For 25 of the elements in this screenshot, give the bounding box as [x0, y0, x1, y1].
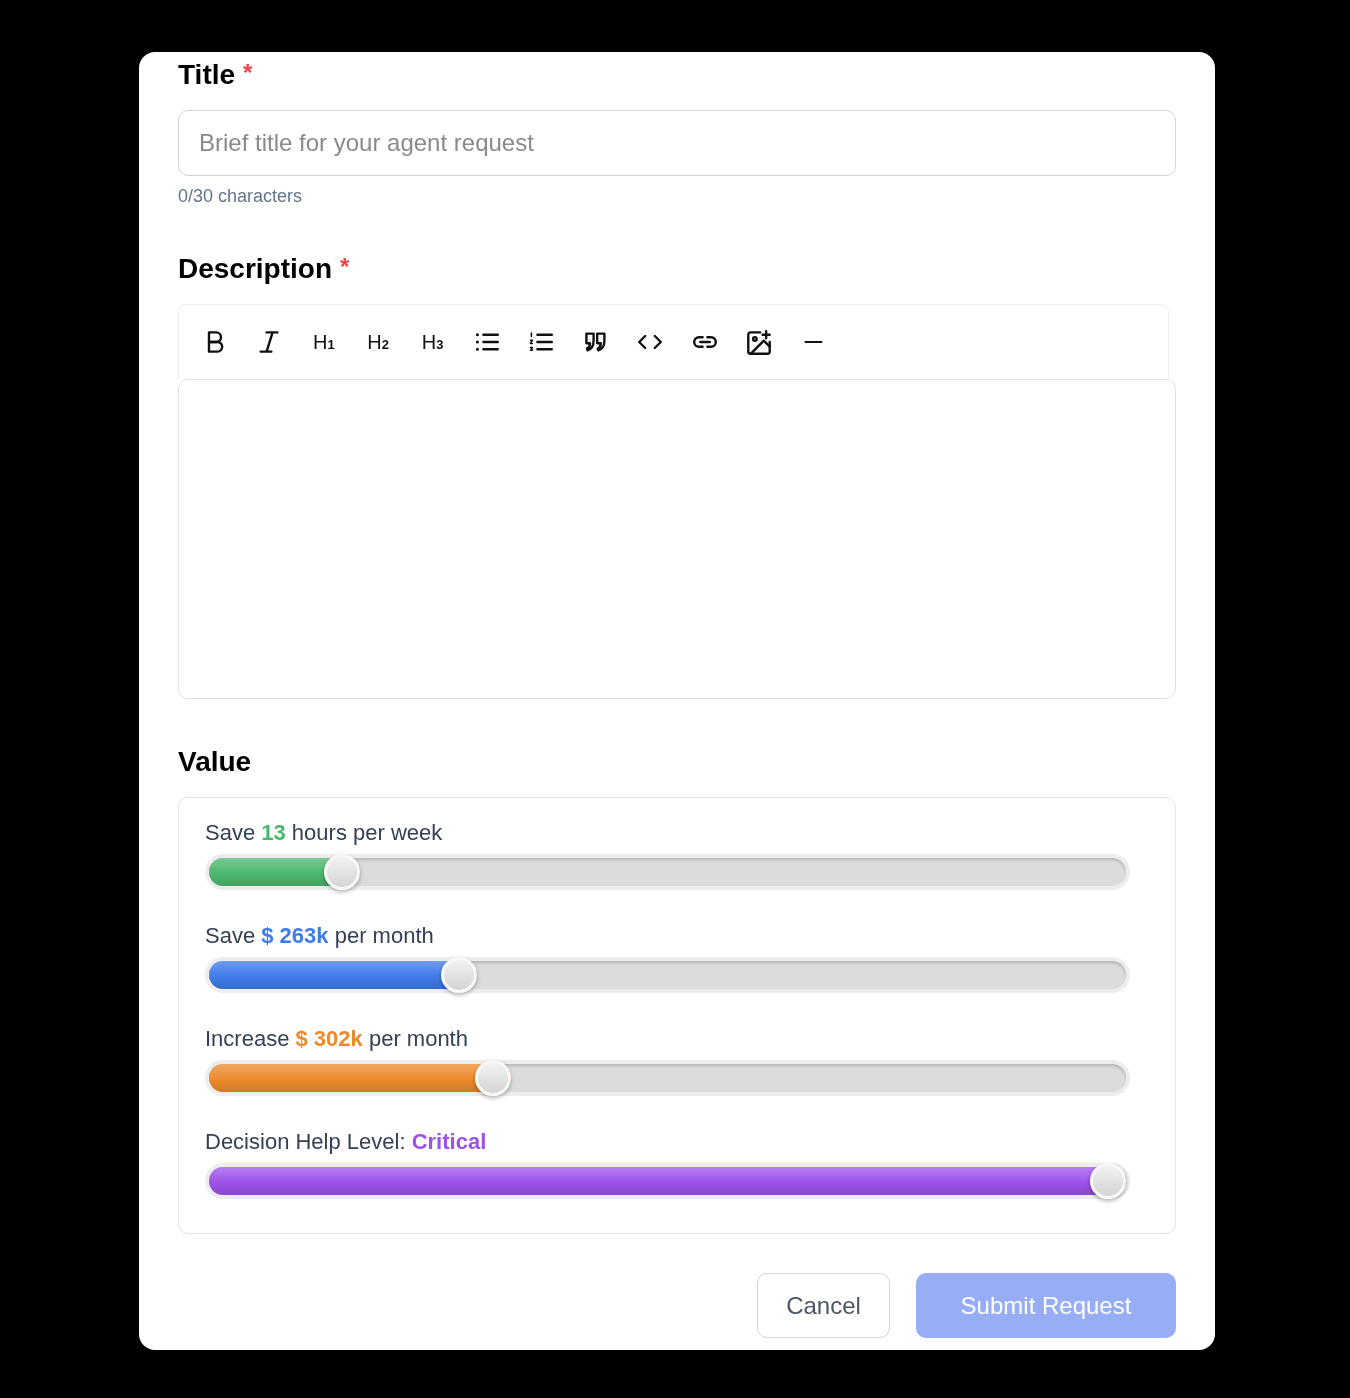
required-mark: *	[340, 252, 350, 282]
field-label: Title	[178, 58, 236, 92]
slider-thumb[interactable]	[323, 854, 360, 890]
slider-label: Save $ 263k per month	[205, 923, 434, 949]
slider-label: Increase $ 302k per month	[205, 1026, 468, 1052]
required-mark: *	[243, 58, 253, 88]
quote-icon	[583, 330, 608, 354]
field-label: Description	[178, 252, 333, 286]
character-counter: 0/30 characters	[178, 185, 303, 208]
field-label: Value	[178, 745, 252, 779]
image-add-icon	[746, 329, 771, 355]
horizontal-rule-icon	[803, 341, 823, 343]
slider-track[interactable]	[205, 854, 1130, 890]
slider-thumb[interactable]	[440, 957, 477, 993]
title-input[interactable]: Brief title for your agent request	[178, 110, 1176, 176]
cancel-button[interactable]: Cancel	[757, 1273, 890, 1338]
slider-label: Save 13 hours per week	[205, 820, 443, 846]
numbered-list-icon	[529, 330, 554, 354]
slider-thumb[interactable]	[475, 1060, 512, 1096]
italic-icon	[257, 330, 282, 354]
slider-thumb[interactable]	[1090, 1163, 1126, 1199]
slider-label: Decision Help Level: Critical	[205, 1129, 487, 1155]
slider-track[interactable]	[205, 957, 1130, 993]
slider-track[interactable]	[205, 1060, 1130, 1096]
bullet-list-icon	[474, 330, 499, 354]
